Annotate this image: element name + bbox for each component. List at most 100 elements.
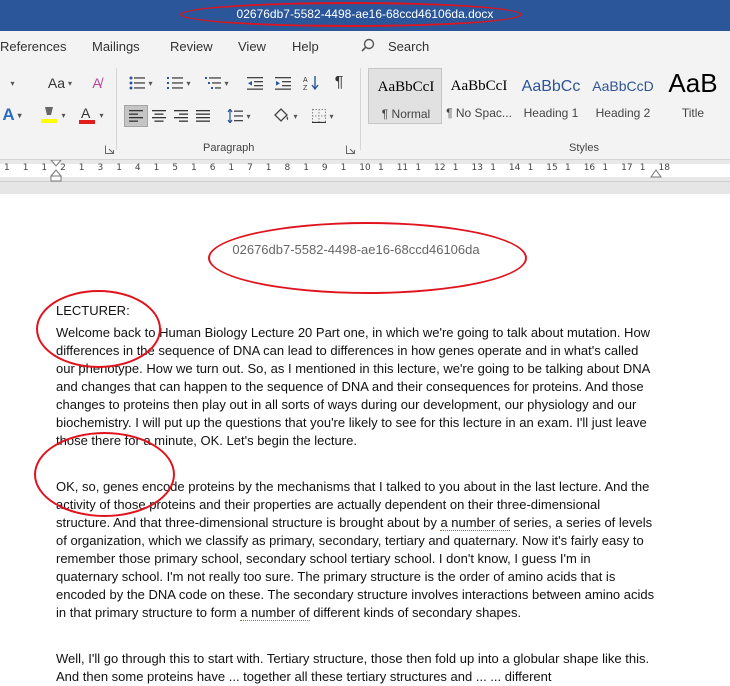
ruler-number: 17 — [621, 163, 633, 173]
shading-icon[interactable]: ▾ — [268, 105, 302, 127]
ruler-number: 15 — [546, 163, 558, 173]
ruler-number: 11 — [396, 163, 409, 173]
multilevel-list-icon[interactable]: ▾ — [200, 72, 234, 94]
font-color-glyph-icon: A — [79, 105, 96, 124]
font-size-glyph: Aa — [47, 75, 66, 91]
tab-mailings[interactable]: Mailings — [92, 39, 140, 54]
style-normal[interactable]: AaBbCcI ¶ Normal — [368, 68, 442, 124]
speaker-label[interactable]: LECTURER: — [56, 302, 656, 320]
style-no-spacing[interactable]: AaBbCcI ¶ No Spac... — [442, 68, 516, 124]
ruler-number: 1 — [602, 163, 609, 173]
style-sample: AaBbCcI — [450, 78, 508, 94]
svg-text:Z: Z — [303, 85, 308, 91]
ruler-number: 1 — [265, 163, 272, 173]
document-title: 02676db7-5582-4498-ae16-68ccd46106da.doc… — [236, 7, 494, 21]
sort-icon[interactable]: AZ — [300, 72, 322, 94]
style-sample: AaBbCcD — [592, 78, 654, 94]
styles-group-label: Styles — [569, 142, 599, 154]
ruler-number: 1 — [452, 163, 459, 173]
show-formatting-marks-icon[interactable]: ¶ — [328, 72, 350, 94]
page-gap — [0, 182, 730, 194]
style-name: ¶ Normal — [381, 107, 431, 121]
grammar-suggestion[interactable]: a number of — [240, 605, 310, 621]
style-name: ¶ No Spac... — [446, 106, 512, 120]
ruler-number: 1 — [4, 163, 10, 173]
line-spacing-glyph-icon — [227, 109, 244, 123]
highlight-color-icon[interactable]: ▾ — [36, 104, 70, 126]
ruler-number: 16 — [583, 163, 596, 173]
style-sample: AaBbCcI — [377, 79, 435, 95]
style-title[interactable]: AaB Title — [656, 68, 730, 124]
style-sample: AaB — [668, 68, 718, 98]
change-case-button[interactable]: ▾ — [0, 72, 22, 94]
title-bar: 02676db7-5582-4498-ae16-68ccd46106da.doc… — [0, 0, 730, 31]
increase-indent-icon[interactable] — [272, 72, 294, 94]
ruler-number: 1 — [378, 163, 384, 173]
line-spacing-icon[interactable]: ▾ — [222, 105, 256, 127]
align-right-icon[interactable] — [170, 105, 192, 127]
ruler-number: 1 — [41, 163, 48, 173]
align-right-glyph-icon — [174, 110, 188, 122]
ruler-number: 1 — [565, 163, 571, 173]
style-sample: AaBbCc — [521, 78, 581, 95]
chevron-down-icon: ▾ — [246, 111, 251, 121]
bullets-glyph-icon — [129, 76, 146, 90]
paragraph-dialog-launcher-icon[interactable] — [346, 145, 355, 154]
tab-references[interactable]: References — [0, 39, 66, 54]
ruler-number: 1 — [490, 163, 496, 173]
chevron-down-icon: ▾ — [329, 111, 334, 121]
paragraph-2[interactable]: OK, so, genes encode proteins by the mec… — [56, 478, 656, 622]
tab-help[interactable]: Help — [292, 39, 319, 54]
indent-marker-icon[interactable] — [50, 160, 62, 182]
chevron-down-icon: ▾ — [61, 110, 66, 120]
highlighter-icon — [41, 107, 58, 123]
tab-view[interactable]: View — [238, 39, 266, 54]
right-indent-marker-icon[interactable] — [650, 168, 662, 178]
chevron-down-icon: ▾ — [186, 78, 191, 88]
search-icon[interactable] — [361, 38, 375, 52]
ruler-number: 1 — [78, 163, 85, 173]
chevron-down-icon: ▾ — [10, 78, 15, 88]
chevron-down-icon: ▾ — [148, 78, 153, 88]
ruler-number: 1 — [191, 163, 197, 173]
numbering-icon[interactable]: ▾ — [162, 72, 196, 94]
align-center-icon[interactable] — [148, 105, 170, 127]
chevron-down-icon: ▾ — [99, 110, 104, 120]
horizontal-ruler[interactable]: 1 1 1 2 1 3 1 4 1 5 1 6 1 7 1 8 1 9 1 10 1 11 1 12 1 13 1 14 1 15 1 16 1… — [0, 160, 730, 182]
justify-icon[interactable] — [192, 105, 214, 127]
ruler-number: 4 — [134, 163, 141, 173]
paragraph-1[interactable]: Welcome back to Human Biology Lecture 20… — [56, 324, 656, 450]
document-heading[interactable]: 02676db7-5582-4498-ae16-68ccd46106da — [0, 242, 712, 257]
text-effects-icon[interactable]: A ▾ — [0, 104, 24, 126]
svg-text:A: A — [303, 77, 308, 84]
ruler-number: 1 — [22, 163, 29, 173]
font-dialog-launcher-icon[interactable] — [105, 145, 114, 154]
align-center-glyph-icon — [152, 110, 166, 122]
ruler-number: 14 — [508, 163, 521, 173]
font-color-icon[interactable]: A ▾ — [74, 104, 108, 126]
align-left-icon[interactable] — [124, 105, 148, 127]
decrease-indent-icon[interactable] — [244, 72, 266, 94]
sort-glyph-icon: AZ — [303, 76, 319, 91]
align-left-glyph-icon — [129, 110, 143, 122]
ruler-number: 5 — [172, 163, 179, 173]
search-box[interactable]: Search — [388, 39, 429, 54]
paragraph-group-label: Paragraph — [203, 142, 255, 154]
ruler-number: 1 — [116, 163, 122, 173]
multilevel-glyph-icon — [205, 77, 222, 89]
grammar-suggestion[interactable]: a number of — [440, 515, 510, 531]
borders-icon[interactable]: ▾ — [306, 105, 340, 127]
style-heading-2[interactable]: AaBbCcD Heading 2 — [586, 68, 660, 124]
svg-text:A: A — [81, 105, 91, 121]
clear-formatting-icon[interactable]: A̸ — [86, 72, 108, 94]
ruler-number: 13 — [471, 163, 483, 173]
bullets-icon[interactable]: ▾ — [124, 72, 158, 94]
style-heading-1[interactable]: AaBbCc Heading 1 — [514, 68, 588, 124]
font-size-button[interactable]: Aa ▾ — [44, 72, 76, 94]
ruler-number: 1 — [527, 163, 534, 173]
style-name: Title — [681, 106, 705, 120]
style-name: Heading 2 — [595, 106, 651, 120]
paragraph-3[interactable]: Well, I'll go through this to start with… — [56, 650, 656, 686]
tab-review[interactable]: Review — [170, 39, 213, 54]
ruler-number: 1 — [415, 163, 422, 173]
